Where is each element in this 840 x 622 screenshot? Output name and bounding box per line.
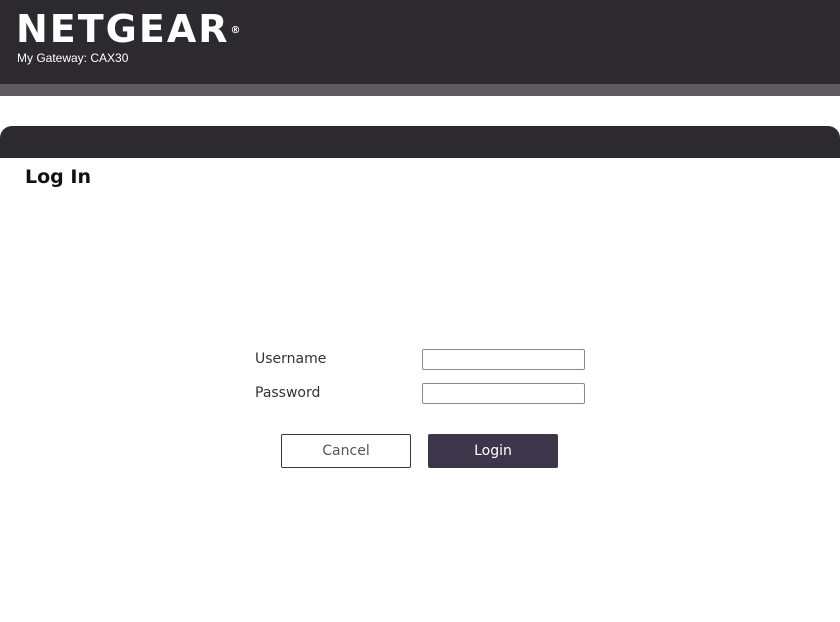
cancel-button[interactable]: Cancel bbox=[281, 434, 411, 468]
page-title: Log In bbox=[25, 166, 91, 188]
password-input[interactable] bbox=[422, 383, 585, 404]
username-label: Username bbox=[255, 351, 327, 367]
login-button[interactable]: Login bbox=[428, 434, 558, 468]
netgear-logo: NETGEAR® bbox=[16, 7, 241, 51]
password-label: Password bbox=[255, 385, 321, 401]
top-header: NETGEAR® My Gateway: CAX30 bbox=[0, 0, 840, 84]
header-subbar bbox=[0, 84, 840, 96]
gateway-label: My Gateway: CAX30 bbox=[17, 51, 129, 65]
panel-header-bar bbox=[0, 126, 840, 158]
logo-text: NETGEAR bbox=[16, 7, 230, 51]
registered-mark: ® bbox=[230, 25, 241, 36]
username-input[interactable] bbox=[422, 349, 585, 370]
